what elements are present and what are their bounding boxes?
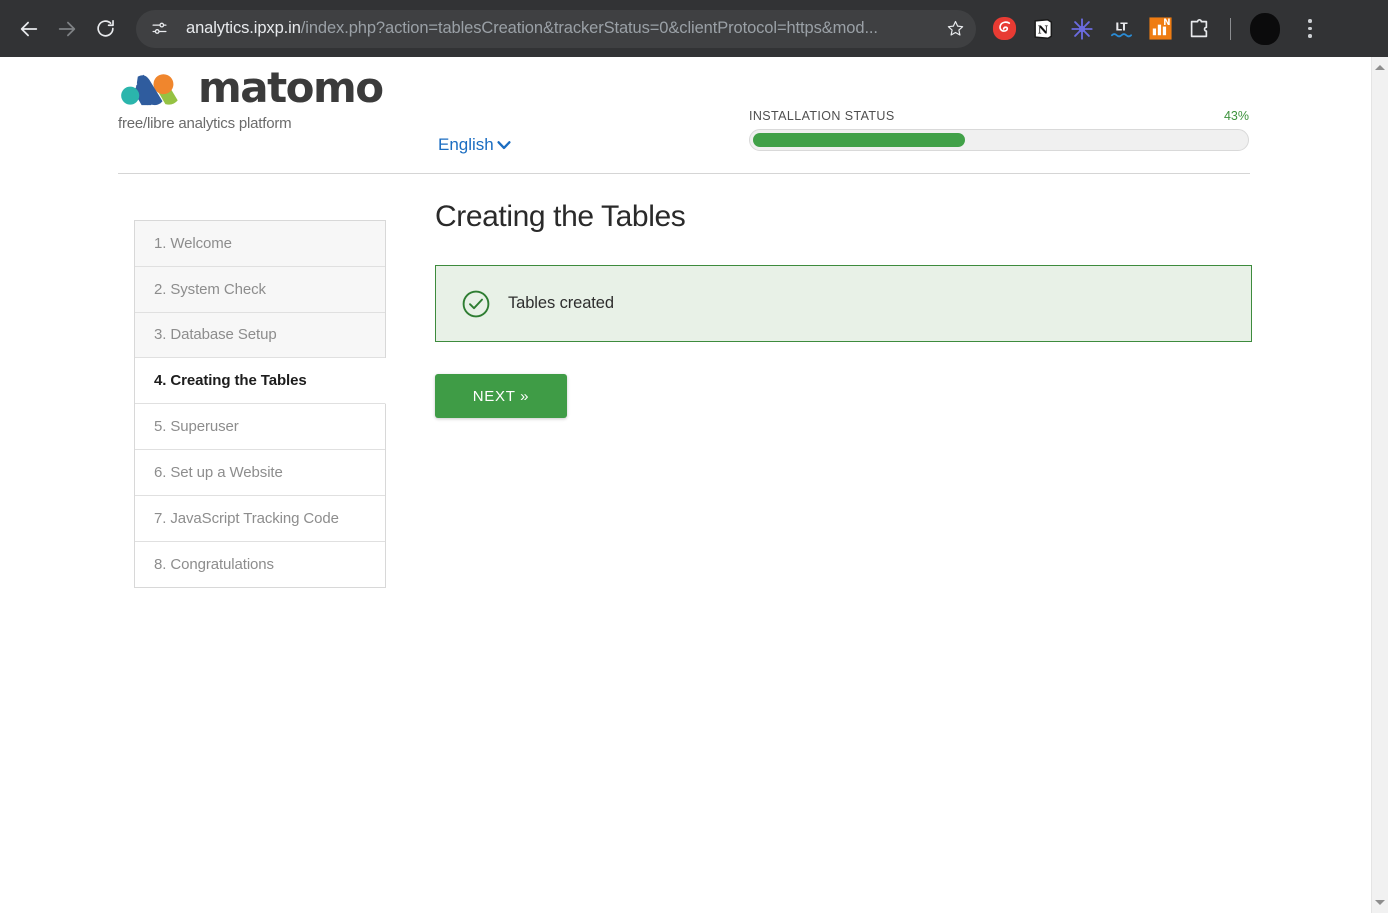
installation-progress-bar [749,129,1249,151]
step-item-5[interactable]: 5. Superuser [135,404,385,450]
step-item-7[interactable]: 7. JavaScript Tracking Code [135,495,385,542]
kebab-dot-3 [1308,34,1312,38]
bookmark-button[interactable] [940,14,970,44]
scroll-down-arrow-icon[interactable] [1372,894,1388,911]
languagetool-icon: LT [1110,21,1132,38]
notion-icon: N [1034,18,1053,39]
installer-content: Creating the Tables Tables created NEXT … [386,202,1252,588]
step-item-1[interactable]: 1. Welcome [135,221,385,267]
puzzle-icon [1190,18,1208,37]
installation-status-percent: 43% [1223,109,1249,123]
installation-status-label: INSTALLATION STATUS [749,109,895,123]
check-circle-icon [461,289,491,319]
step-item-label: 8. Congratulations [154,555,274,573]
extension-icon-notion[interactable]: N [1029,15,1057,43]
reload-icon [96,19,114,37]
kebab-dot-1 [1308,19,1312,23]
extensions-area: N LT N [990,12,1323,46]
avatar [1250,12,1280,45]
browser-menu-button[interactable] [1297,14,1323,44]
success-notice-message: Tables created [508,294,614,312]
step-item-label: 2. System Check [154,280,266,298]
forward-arrow-icon [58,21,76,36]
extension-icon-puzzle[interactable] [1185,15,1213,43]
installer-body: 1. Welcome 2. System Check 3. Database Set… [118,174,1252,589]
success-notice: Tables created [435,265,1252,342]
matomo-logo-icon [121,74,178,106]
page-scrollbar[interactable] [1371,57,1388,913]
language-selector-label: English [438,135,494,154]
browser-toolbar: analytics.ipxp.in/index.php?action=table… [0,0,1388,57]
step-item-2[interactable]: 2. System Check [135,266,385,313]
installation-progress-fill [753,133,965,147]
svg-text:LT: LT [1115,21,1128,33]
reload-button[interactable] [86,10,124,48]
profile-button[interactable] [1248,12,1282,46]
svg-text:N: N [1163,18,1170,28]
installation-status: INSTALLATION STATUS 43% [749,109,1249,151]
step-item-label: 6. Set up a Website [154,463,283,481]
forward-button[interactable] [48,10,86,48]
step-item-label: 4. Creating the Tables [154,372,307,390]
scroll-up-arrow-icon[interactable] [1372,59,1388,76]
page-viewport: matomo free/libre analytics platform Eng… [0,57,1388,913]
chevron-down-icon [495,136,513,154]
matomo-tagline: free/libre analytics platform [118,115,292,132]
red-q-icon [992,16,1016,41]
step-item-8[interactable]: 8. Congratulations [135,541,385,588]
step-item-label: 7. JavaScript Tracking Code [154,509,339,527]
star-icon [947,20,963,36]
browser-chrome: analytics.ipxp.in/index.php?action=table… [0,0,1388,57]
extension-icon-red-q[interactable] [990,15,1018,43]
url-host: analytics.ipxp.in [186,20,301,37]
step-item-label: 5. Superuser [154,418,239,436]
url-path: /index.php?action=tablesCreation&tracker… [300,20,878,37]
url-text[interactable]: analytics.ipxp.in/index.php?action=table… [186,20,940,37]
installer-step-nav: 1. Welcome 2. System Check 3. Database Set… [134,220,386,589]
step-item-label: 1. Welcome [154,234,232,252]
site-settings-button[interactable] [144,14,174,44]
orange-chart-icon: N [1148,17,1172,40]
page-header: matomo free/libre analytics platform Eng… [118,57,1250,174]
matomo-wordmark: matomo [198,63,384,112]
language-selector[interactable]: English [438,135,513,155]
page-title: Creating the Tables [435,200,686,233]
extension-icon-asterisk[interactable] [1068,15,1096,43]
toolbar-divider [1230,17,1231,40]
step-item-4[interactable]: 4. Creating the Tables [135,358,386,405]
site-settings-icon [151,22,167,34]
back-button[interactable] [10,10,48,48]
svg-text:N: N [1038,22,1049,36]
matomo-logo-block: matomo free/libre analytics platform [118,63,438,133]
next-button[interactable]: NEXT » [435,374,567,418]
step-item-label: 3. Database Setup [154,326,277,344]
step-item-3[interactable]: 3. Database Setup [135,312,385,359]
asterisk-burst-icon [1071,17,1093,40]
step-item-6[interactable]: 6. Set up a Website [135,449,385,496]
kebab-dot-2 [1308,26,1312,31]
matomo-installer-page: matomo free/libre analytics platform Eng… [0,57,1371,913]
back-arrow-icon [20,21,38,36]
extension-icon-orange-chart[interactable]: N [1146,15,1174,43]
address-bar[interactable]: analytics.ipxp.in/index.php?action=table… [136,9,976,48]
extension-icon-languagetool[interactable]: LT [1107,15,1135,43]
